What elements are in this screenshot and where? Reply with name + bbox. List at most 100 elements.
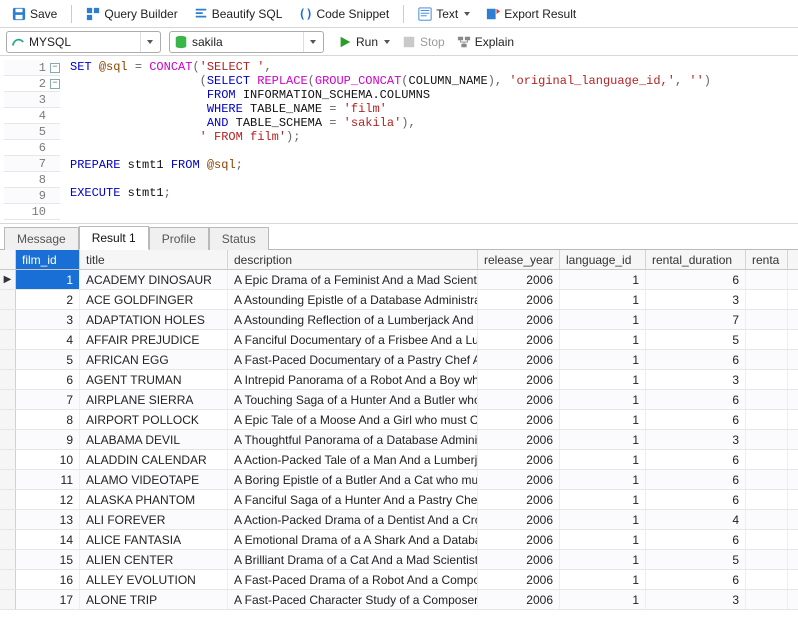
cell[interactable] bbox=[746, 370, 788, 389]
table-row[interactable]: 15ALIEN CENTERA Brilliant Drama of a Cat… bbox=[0, 550, 798, 570]
cell[interactable]: ALONE TRIP bbox=[80, 590, 228, 609]
table-row[interactable]: 3ADAPTATION HOLESA Astounding Reflection… bbox=[0, 310, 798, 330]
explain-button[interactable]: Explain bbox=[451, 33, 520, 51]
cell[interactable]: 4 bbox=[646, 510, 746, 529]
cell[interactable] bbox=[746, 510, 788, 529]
cell[interactable]: 2006 bbox=[478, 390, 560, 409]
cell[interactable]: 14 bbox=[16, 530, 80, 549]
cell[interactable] bbox=[746, 410, 788, 429]
cell[interactable]: 8 bbox=[16, 410, 80, 429]
cell[interactable]: 1 bbox=[560, 490, 646, 509]
cell[interactable]: 2006 bbox=[478, 550, 560, 569]
cell[interactable]: 2006 bbox=[478, 370, 560, 389]
cell[interactable]: 6 bbox=[646, 490, 746, 509]
save-button[interactable]: Save bbox=[6, 5, 63, 23]
cell[interactable]: ALASKA PHANTOM bbox=[80, 490, 228, 509]
cell[interactable] bbox=[746, 350, 788, 369]
cell[interactable] bbox=[746, 290, 788, 309]
cell[interactable]: 1 bbox=[560, 450, 646, 469]
database-selector[interactable]: sakila bbox=[169, 31, 324, 53]
col-release-year[interactable]: release_year bbox=[478, 250, 560, 269]
cell[interactable]: 13 bbox=[16, 510, 80, 529]
col-title[interactable]: title bbox=[80, 250, 228, 269]
chevron-down-icon[interactable] bbox=[140, 32, 156, 52]
cell[interactable]: A Astounding Reflection of a Lumberjack … bbox=[228, 310, 478, 329]
tab-status[interactable]: Status bbox=[209, 227, 269, 250]
cell[interactable]: 1 bbox=[560, 370, 646, 389]
table-row[interactable]: 12ALASKA PHANTOMA Fanciful Saga of a Hun… bbox=[0, 490, 798, 510]
grid-body[interactable]: ▶1ACADEMY DINOSAURA Epic Drama of a Femi… bbox=[0, 270, 798, 610]
cell[interactable]: 1 bbox=[560, 350, 646, 369]
cell[interactable]: 6 bbox=[646, 350, 746, 369]
cell[interactable]: ALICE FANTASIA bbox=[80, 530, 228, 549]
cell[interactable]: 2006 bbox=[478, 410, 560, 429]
cell[interactable]: 10 bbox=[16, 450, 80, 469]
cell[interactable]: 2006 bbox=[478, 510, 560, 529]
cell[interactable]: AIRPLANE SIERRA bbox=[80, 390, 228, 409]
stop-button[interactable]: Stop bbox=[396, 33, 451, 51]
cell[interactable]: 2006 bbox=[478, 430, 560, 449]
cell[interactable] bbox=[746, 270, 788, 289]
cell[interactable]: A Action-Packed Drama of a Dentist And a… bbox=[228, 510, 478, 529]
col-rental-duration[interactable]: rental_duration bbox=[646, 250, 746, 269]
tab-profile[interactable]: Profile bbox=[149, 227, 209, 250]
cell[interactable]: ACADEMY DINOSAUR bbox=[80, 270, 228, 289]
editor-code[interactable]: SET @sql = CONCAT('SELECT ', (SELECT REP… bbox=[62, 56, 798, 223]
cell[interactable]: 2006 bbox=[478, 590, 560, 609]
cell[interactable]: A Fanciful Documentary of a Frisbee And … bbox=[228, 330, 478, 349]
table-row[interactable]: 8AIRPORT POLLOCKA Epic Tale of a Moose A… bbox=[0, 410, 798, 430]
cell[interactable] bbox=[746, 450, 788, 469]
cell[interactable] bbox=[746, 310, 788, 329]
cell[interactable]: 3 bbox=[646, 290, 746, 309]
cell[interactable]: 6 bbox=[646, 470, 746, 489]
cell[interactable]: A Emotional Drama of a A Shark And a Dat… bbox=[228, 530, 478, 549]
cell[interactable]: 2006 bbox=[478, 450, 560, 469]
cell[interactable]: 1 bbox=[560, 530, 646, 549]
cell[interactable]: A Boring Epistle of a Butler And a Cat w… bbox=[228, 470, 478, 489]
cell[interactable] bbox=[746, 550, 788, 569]
cell[interactable]: 6 bbox=[646, 570, 746, 589]
query-builder-button[interactable]: Query Builder bbox=[80, 5, 183, 23]
cell[interactable]: 5 bbox=[16, 350, 80, 369]
cell[interactable]: ALABAMA DEVIL bbox=[80, 430, 228, 449]
cell[interactable]: A Fast-Paced Character Study of a Compos… bbox=[228, 590, 478, 609]
cell[interactable] bbox=[746, 430, 788, 449]
cell[interactable]: 3 bbox=[646, 370, 746, 389]
engine-selector[interactable]: MYSQL bbox=[6, 31, 161, 53]
cell[interactable]: A Astounding Epistle of a Database Admin… bbox=[228, 290, 478, 309]
cell[interactable]: 2006 bbox=[478, 470, 560, 489]
col-description[interactable]: description bbox=[228, 250, 478, 269]
cell[interactable]: 3 bbox=[646, 430, 746, 449]
table-row[interactable]: 16ALLEY EVOLUTIONA Fast-Paced Drama of a… bbox=[0, 570, 798, 590]
col-rental-rate[interactable]: renta bbox=[746, 250, 788, 269]
col-language-id[interactable]: language_id bbox=[560, 250, 646, 269]
cell[interactable]: 5 bbox=[646, 330, 746, 349]
cell[interactable]: 5 bbox=[646, 550, 746, 569]
table-row[interactable]: 6AGENT TRUMANA Intrepid Panorama of a Ro… bbox=[0, 370, 798, 390]
cell[interactable]: 6 bbox=[646, 450, 746, 469]
text-button[interactable]: Text bbox=[412, 5, 476, 23]
cell[interactable]: 6 bbox=[16, 370, 80, 389]
fold-icon[interactable]: − bbox=[50, 63, 60, 73]
cell[interactable]: AFFAIR PREJUDICE bbox=[80, 330, 228, 349]
cell[interactable]: 1 bbox=[560, 410, 646, 429]
cell[interactable]: 2006 bbox=[478, 490, 560, 509]
cell[interactable]: 3 bbox=[16, 310, 80, 329]
beautify-sql-button[interactable]: Beautify SQL bbox=[188, 5, 289, 23]
cell[interactable]: 9 bbox=[16, 430, 80, 449]
export-result-button[interactable]: Export Result bbox=[480, 5, 582, 23]
cell[interactable]: A Epic Drama of a Feminist And a Mad Sci… bbox=[228, 270, 478, 289]
cell[interactable]: ACE GOLDFINGER bbox=[80, 290, 228, 309]
tab-message[interactable]: Message bbox=[4, 227, 79, 250]
cell[interactable]: 16 bbox=[16, 570, 80, 589]
cell[interactable]: 4 bbox=[16, 330, 80, 349]
table-row[interactable]: 13ALI FOREVERA Action-Packed Drama of a … bbox=[0, 510, 798, 530]
cell[interactable]: A Brilliant Drama of a Cat And a Mad Sci… bbox=[228, 550, 478, 569]
cell[interactable]: 1 bbox=[16, 270, 80, 289]
cell[interactable]: ADAPTATION HOLES bbox=[80, 310, 228, 329]
cell[interactable]: 6 bbox=[646, 390, 746, 409]
cell[interactable]: A Fast-Paced Drama of a Robot And a Comp… bbox=[228, 570, 478, 589]
cell[interactable]: 6 bbox=[646, 270, 746, 289]
cell[interactable]: ALI FOREVER bbox=[80, 510, 228, 529]
cell[interactable]: A Fanciful Saga of a Hunter And a Pastry… bbox=[228, 490, 478, 509]
